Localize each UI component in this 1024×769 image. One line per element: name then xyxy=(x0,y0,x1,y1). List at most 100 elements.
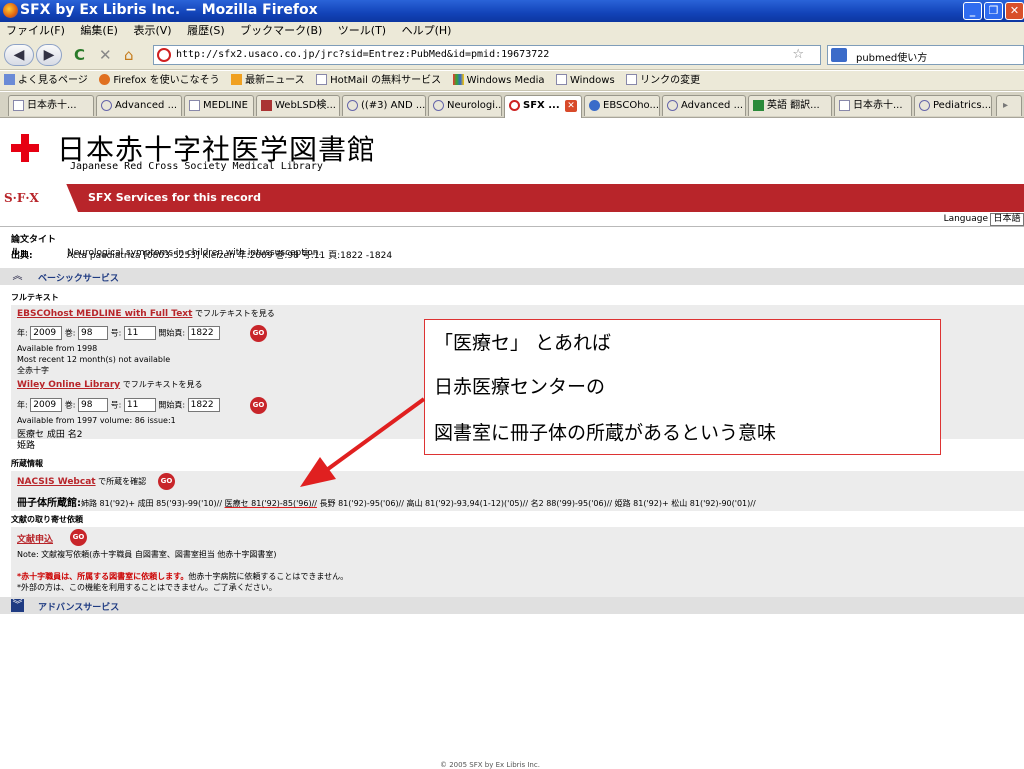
tab-advanced-2[interactable]: Advanced ... xyxy=(662,95,746,116)
issue-label: 号: xyxy=(110,328,122,338)
home-icon[interactable]: ⌂ xyxy=(124,46,134,64)
page-icon xyxy=(556,74,568,85)
tab-sfx[interactable]: SFX ... ✕ xyxy=(504,95,582,118)
year-field[interactable]: 2009 xyxy=(30,398,63,412)
year-field[interactable]: 2009 xyxy=(30,326,63,340)
bookmark-links[interactable]: リンクの変更 xyxy=(626,71,700,91)
wiley-view-text: でフルテキストを見る xyxy=(122,380,203,389)
fulltext-heading: フルテキスト xyxy=(11,293,59,302)
menu-bookmarks[interactable]: ブックマーク(B) xyxy=(240,22,322,40)
tab-ebscohost[interactable]: EBSCOho... xyxy=(584,95,660,116)
close-button[interactable]: ✕ xyxy=(1005,2,1024,20)
sfx-logo-text: S·F·X xyxy=(4,191,39,205)
start-page-field[interactable]: 1822 xyxy=(187,326,220,340)
page-content: 日本赤十字社医学図書館 Japanese Red Cross Society M… xyxy=(0,119,1024,769)
tab-label: WebLSD検... xyxy=(275,100,336,111)
year-label: 年: xyxy=(17,400,28,410)
tab-jrc-2[interactable]: 日本赤十... xyxy=(834,95,912,116)
url-text: http://sfx2.usaco.co.jp/jrc?sid=Entrez:P… xyxy=(176,49,550,60)
nacsis-link[interactable]: NACSIS Webcat xyxy=(17,477,96,487)
sfx-header-bar: S·F·X SFX Services for this record xyxy=(0,184,1024,212)
volume-field[interactable]: 98 xyxy=(78,398,109,412)
tab-label: Neurologi... xyxy=(447,100,502,111)
wiley-go-button[interactable]: GO xyxy=(250,397,267,414)
navigation-toolbar: ◀ ▶ C ✕ ⌂ http://sfx2.usaco.co.jp/jrc?si… xyxy=(0,40,1024,70)
tab-neurologic[interactable]: Neurologi... xyxy=(428,95,502,116)
url-bar[interactable]: http://sfx2.usaco.co.jp/jrc?sid=Entrez:P… xyxy=(153,45,821,65)
tab-close-icon[interactable]: ✕ xyxy=(565,100,577,112)
note-text: Note: 文献複写依頼(赤十字職員 自図書室、図書室担当 他赤十字図書室) xyxy=(17,550,277,559)
menu-help[interactable]: ヘルプ(H) xyxy=(402,22,452,40)
forward-button[interactable]: ▶ xyxy=(36,44,62,66)
tab-search-query[interactable]: ((#3) AND ... xyxy=(342,95,426,116)
issue-label: 号: xyxy=(110,400,122,410)
issue-field[interactable]: 11 xyxy=(123,326,156,340)
tab-translate[interactable]: 英語 翻訳... xyxy=(748,95,832,116)
tab-medline[interactable]: MEDLINE xyxy=(184,95,254,116)
tab-jrc-1[interactable]: 日本赤十... xyxy=(8,95,94,116)
wiley-link[interactable]: Wiley Online Library xyxy=(17,380,120,390)
menu-bar: ファイル(F) 編集(E) 表示(V) 履歴(S) ブックマーク(B) ツール(… xyxy=(0,22,1024,40)
basic-services-header[interactable]: ︽ ベーシックサービス xyxy=(0,268,1024,285)
request-link[interactable]: 文献申込 xyxy=(17,535,53,545)
tab-advanced-1[interactable]: Advanced ... xyxy=(96,95,182,116)
folder-icon xyxy=(4,74,15,85)
stop-icon[interactable]: ✕ xyxy=(99,46,112,64)
search-box[interactable]: pubmed使い方 xyxy=(827,45,1024,65)
bookmark-hotmail[interactable]: HotMail の無料サービス xyxy=(316,71,441,91)
collapse-icon[interactable]: ︽ xyxy=(11,270,24,283)
tab-scroll-right[interactable]: ▸ xyxy=(996,95,1022,116)
ebsco-row: EBSCOhost MEDLINE with Full Text でフルテキスト… xyxy=(17,308,275,319)
ebsco-go-button[interactable]: GO xyxy=(250,325,267,342)
sfx-services-title: SFX Services for this record xyxy=(88,191,261,204)
volume-label: 巻: xyxy=(64,400,76,410)
advanced-services-header[interactable]: ︾ アドバンスサービス xyxy=(0,597,1024,614)
bookmark-windows[interactable]: Windows xyxy=(556,71,615,91)
volume-field[interactable]: 98 xyxy=(78,326,109,340)
language-label: Language xyxy=(943,214,988,224)
advanced-services-title: アドバンスサービス xyxy=(38,603,120,613)
volume-label: 巻: xyxy=(64,328,76,338)
site-identity-icon xyxy=(157,48,171,62)
language-select[interactable]: 日本語 xyxy=(990,213,1024,226)
minimize-button[interactable]: _ xyxy=(963,2,982,20)
menu-history[interactable]: 履歴(S) xyxy=(187,22,225,40)
ebsco-link[interactable]: EBSCOhost MEDLINE with Full Text xyxy=(17,309,192,319)
menu-file[interactable]: ファイル(F) xyxy=(6,22,65,40)
tab-pediatrics[interactable]: Pediatrics... xyxy=(914,95,992,116)
request-go-button[interactable]: GO xyxy=(70,529,87,546)
back-button[interactable]: ◀ xyxy=(4,44,34,66)
holdings-label: 冊子体所蔵館: xyxy=(17,498,81,509)
menu-view[interactable]: 表示(V) xyxy=(133,22,171,40)
menu-tools[interactable]: ツール(T) xyxy=(338,22,386,40)
bookmark-star-icon[interactable]: ☆ xyxy=(792,47,804,62)
language-row: Language 日本語 xyxy=(0,213,1024,227)
page-icon xyxy=(189,100,200,111)
window-title: SFX by Ex Libris Inc. − Mozilla Firefox xyxy=(20,2,318,18)
ebsco-icon xyxy=(433,100,444,111)
sfx-logo: S·F·X xyxy=(0,184,78,212)
expand-icon[interactable]: ︾ xyxy=(11,599,24,612)
ebsco-availability-1: Available from 1998 xyxy=(17,344,98,353)
bookmark-firefox[interactable]: Firefox を使いこなそう xyxy=(99,71,220,91)
reload-icon[interactable]: C xyxy=(74,46,85,64)
ebsco-icon xyxy=(667,100,678,111)
issue-field[interactable]: 11 xyxy=(123,398,156,412)
maximize-button[interactable]: ❐ xyxy=(984,2,1003,20)
wiley-holdings-2: 姫路 xyxy=(17,441,36,451)
menu-edit[interactable]: 編集(E) xyxy=(80,22,118,40)
callout-line-3: 図書室に冊子体の所蔵があるという意味 xyxy=(434,422,777,444)
search-engine-icon[interactable] xyxy=(831,48,847,62)
bookmark-most-visited[interactable]: よく見るページ xyxy=(4,71,88,91)
tab-weblsd[interactable]: WebLSD検... xyxy=(256,95,340,116)
annotation-callout: 「医療セ」 とあれば 日赤医療センターの 図書室に冊子体の所蔵があるという意味 xyxy=(424,319,941,455)
start-page-field[interactable]: 1822 xyxy=(187,398,220,412)
holdings-list: 冊子体所蔵館:姉路 81('92)+ 成田 85('93)-99('10)// … xyxy=(17,494,756,509)
tab-bar: 日本赤十... Advanced ... MEDLINE WebLSD検... … xyxy=(0,92,1024,118)
source-label: 出典: xyxy=(11,251,33,261)
tab-label: MEDLINE xyxy=(203,100,248,111)
nacsis-go-button[interactable]: GO xyxy=(158,473,175,490)
bookmark-news[interactable]: 最新ニュース xyxy=(231,71,305,91)
bookmark-windows-media[interactable]: Windows Media xyxy=(452,71,545,91)
red-cross-logo xyxy=(11,134,39,162)
